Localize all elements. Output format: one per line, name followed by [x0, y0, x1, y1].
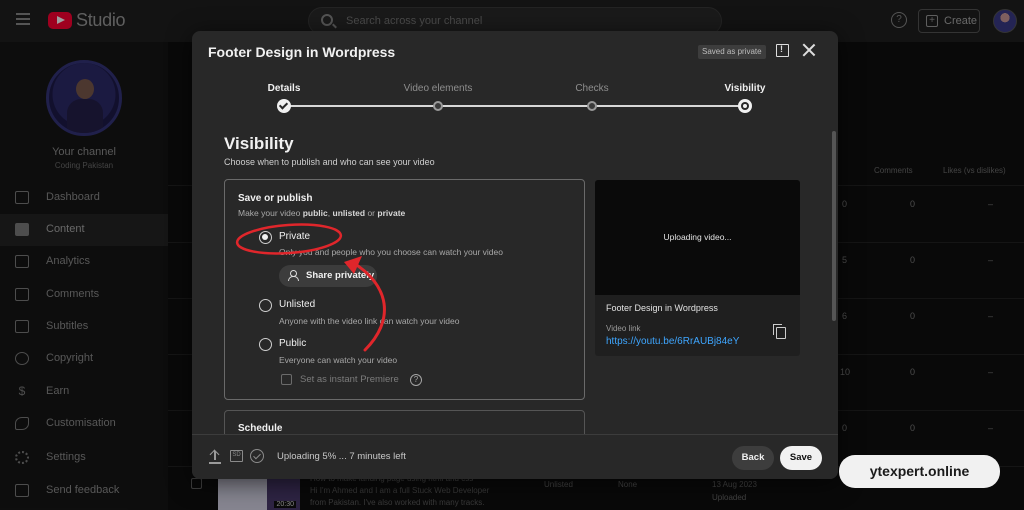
save-or-publish-card: Save or publish Make your video public, …: [224, 179, 585, 400]
back-button[interactable]: Back: [732, 446, 774, 470]
upload-icon: [209, 450, 221, 464]
save-or-publish-subtitle: Make your video public, unlisted or priv…: [238, 208, 406, 218]
video-preview-card: Uploading video... Footer Design in Word…: [595, 180, 800, 356]
public-label[interactable]: Public: [279, 338, 306, 349]
visibility-subheading: Choose when to publish and who can see y…: [224, 157, 435, 167]
step-video-elements-label[interactable]: Video elements: [404, 83, 473, 94]
unlisted-description: Anyone with the video link can watch you…: [279, 316, 460, 326]
share-privately-button[interactable]: Share privately: [279, 265, 377, 287]
report-feedback-icon[interactable]: [776, 44, 789, 57]
watermark-label: ytexpert.online: [839, 455, 1000, 488]
step-details-label[interactable]: Details: [268, 83, 301, 94]
unlisted-label[interactable]: Unlisted: [279, 299, 315, 310]
video-link[interactable]: https://youtu.be/6RrAUBj84eY: [606, 336, 739, 347]
instant-premiere-label[interactable]: Set as instant Premiere: [300, 374, 399, 385]
visibility-heading: Visibility: [224, 134, 294, 153]
dialog-scrollbar[interactable]: [832, 131, 836, 321]
public-radio[interactable]: [259, 338, 272, 351]
schedule-title: Schedule: [238, 423, 283, 434]
private-description: Only you and people who you choose can w…: [279, 247, 503, 257]
stepper-line: [284, 105, 745, 107]
saved-status-badge: Saved as private: [698, 45, 766, 59]
checkmark-icon[interactable]: [277, 99, 291, 113]
close-icon[interactable]: [801, 42, 817, 58]
upload-dialog: Footer Design in Wordpress Saved as priv…: [192, 31, 838, 479]
upload-progress-status: Uploading 5% ... 7 minutes left: [277, 451, 406, 462]
sd-quality-icon: SD: [230, 450, 243, 462]
private-label[interactable]: Private: [279, 231, 310, 242]
share-privately-label: Share privately: [306, 270, 375, 281]
copy-icon[interactable]: [773, 324, 786, 339]
private-radio[interactable]: [259, 231, 272, 244]
step-pending-icon[interactable]: [433, 101, 443, 111]
help-icon[interactable]: ?: [410, 374, 422, 386]
save-or-publish-title: Save or publish: [238, 193, 313, 204]
step-current-icon[interactable]: [738, 99, 752, 113]
preview-video-title: Footer Design in Wordpress: [606, 303, 718, 313]
video-link-label: Video link: [606, 324, 641, 333]
public-description: Everyone can watch your video: [279, 355, 398, 365]
unlisted-radio[interactable]: [259, 299, 272, 312]
add-person-icon: [288, 270, 299, 281]
dialog-footer: SD Uploading 5% ... 7 minutes left Back …: [192, 434, 838, 479]
step-pending-icon[interactable]: [587, 101, 597, 111]
checks-complete-icon: [250, 449, 264, 463]
upload-stepper: Details Video elements Checks Visibility: [192, 79, 838, 119]
uploading-status: Uploading video...: [663, 232, 732, 242]
dialog-title: Footer Design in Wordpress: [208, 44, 396, 60]
save-button[interactable]: Save: [780, 446, 822, 470]
instant-premiere-checkbox[interactable]: [281, 374, 292, 385]
step-visibility-label[interactable]: Visibility: [725, 83, 766, 94]
step-checks-label[interactable]: Checks: [575, 83, 608, 94]
